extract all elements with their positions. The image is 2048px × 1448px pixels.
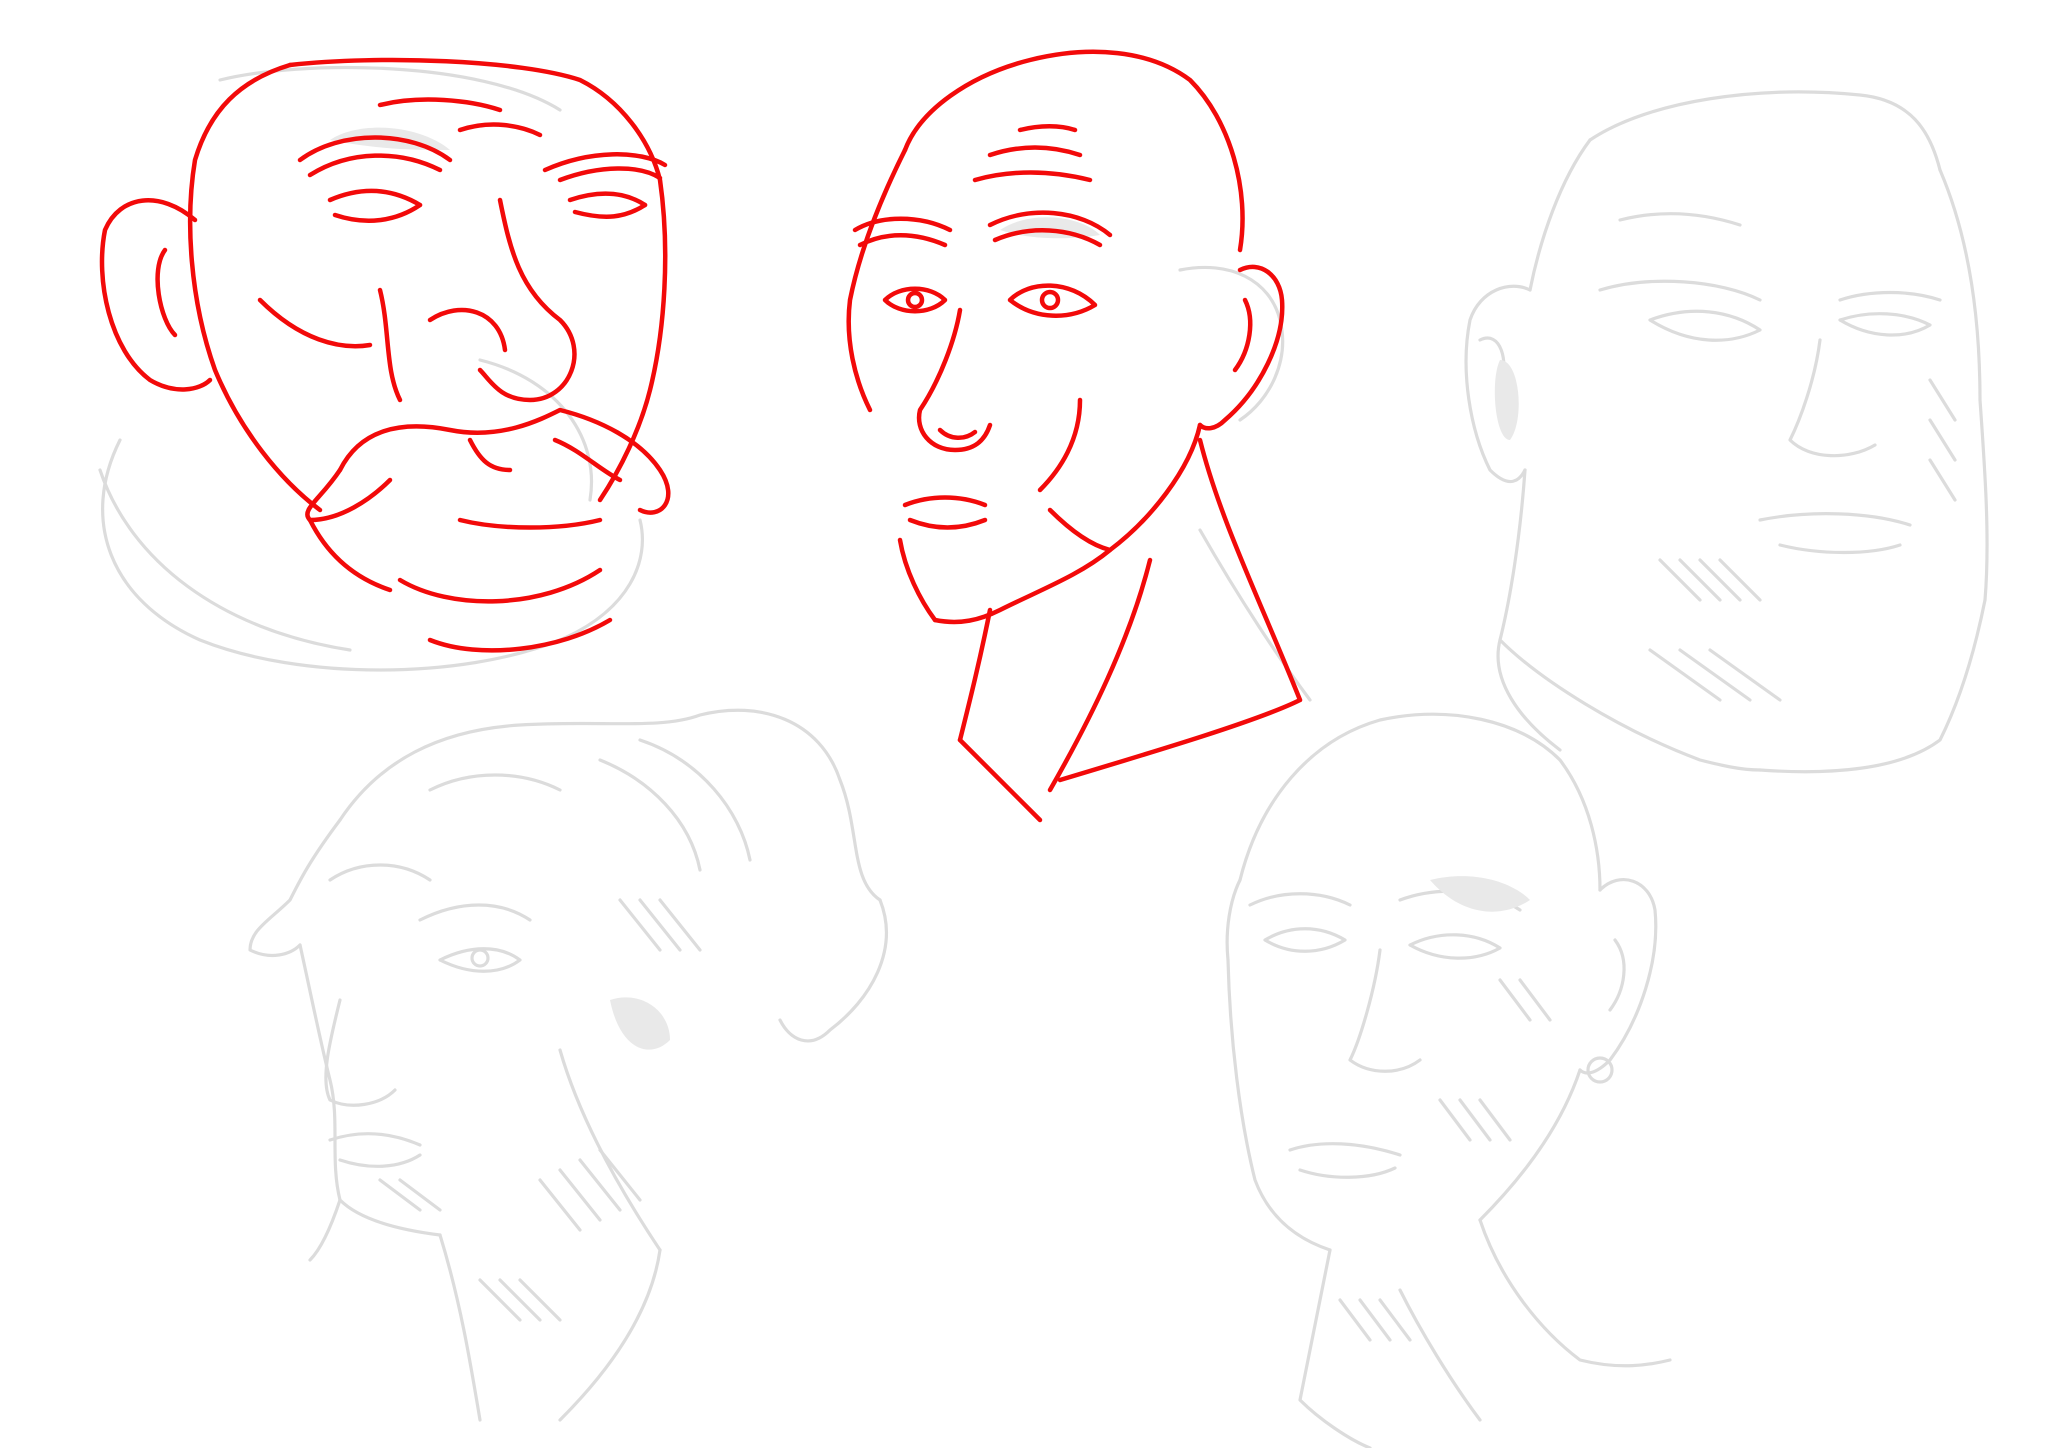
sketch-canvas (0, 0, 2048, 1448)
pencil-lines (248, 708, 888, 1422)
brow-shadow (1430, 876, 1530, 912)
ink-lines (99, 57, 671, 653)
sketch-sheet (98, 49, 1989, 1448)
pencil-lines (1464, 90, 1989, 774)
underdrawing (1000, 217, 1312, 702)
sketch-mustached-bald-man (98, 57, 671, 672)
ear-shadow (610, 997, 670, 1050)
sketch-curly-haired-woman (248, 708, 888, 1422)
sketch-bald-man-three-quarter (846, 49, 1312, 823)
sketch-bald-man-earring (1225, 712, 1672, 1448)
sketch-square-jaw-man (1464, 90, 1989, 774)
ink-lines (846, 49, 1303, 823)
pencil-lines (1225, 712, 1672, 1448)
ear-shadow (1494, 360, 1519, 440)
